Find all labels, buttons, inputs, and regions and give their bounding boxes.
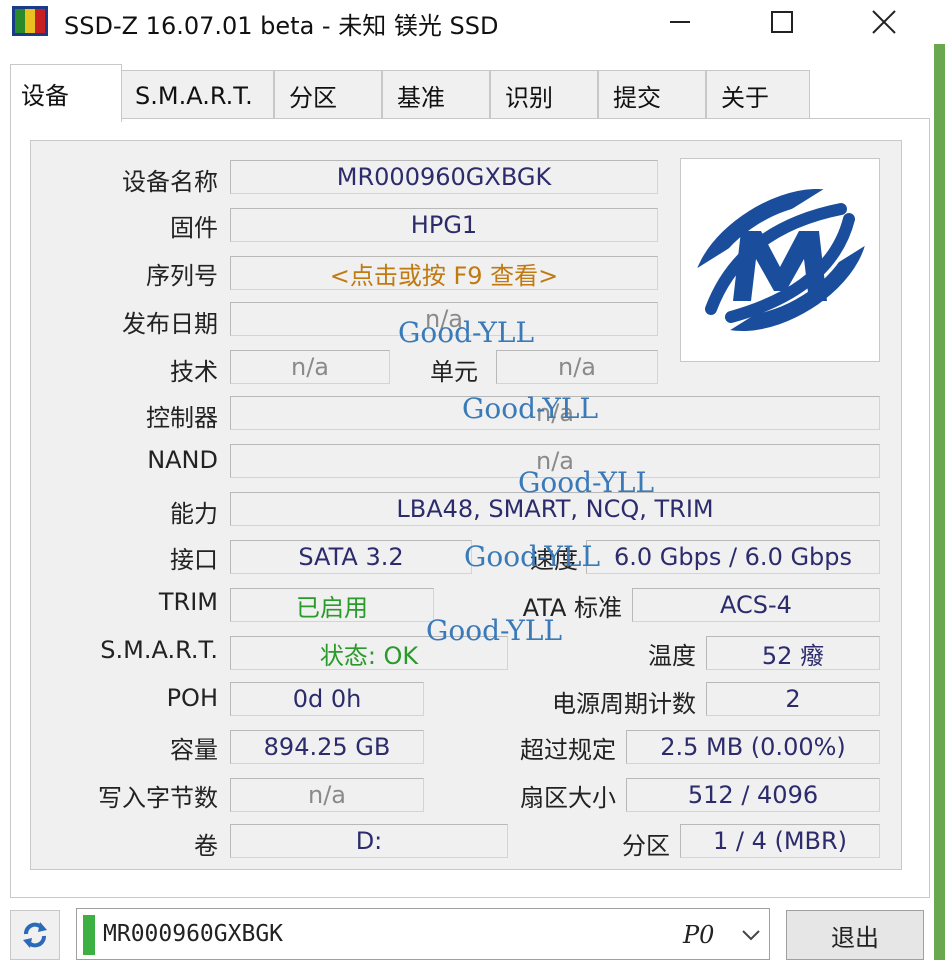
tab-submit[interactable]: 提交: [598, 70, 706, 120]
value-trim: 已启用: [230, 588, 434, 622]
label-over-provisioning: 超过规定: [520, 736, 616, 764]
label-smart: S.M.A.R.T.: [100, 636, 218, 664]
drive-select[interactable]: MR000960GXBGK P0: [76, 908, 770, 960]
window-edge: [934, 44, 945, 960]
vendor-logo-box: [676, 158, 884, 362]
drive-status-indicator: [83, 915, 95, 955]
label-firmware: 固件: [170, 214, 218, 242]
value-over-provisioning: 2.5 MB (0.00%): [626, 730, 880, 764]
maximize-icon: [771, 11, 793, 33]
value-temperature: 52 癈: [706, 636, 880, 670]
label-bytes-written: 写入字节数: [98, 784, 218, 812]
value-ata-standard: ACS-4: [632, 588, 880, 622]
app-icon: [12, 6, 48, 36]
value-release-date: n/a: [230, 302, 658, 336]
value-poh: 0d 0h: [230, 682, 424, 716]
tab-device[interactable]: 设备: [10, 64, 122, 122]
label-power-cycle: 电源周期计数: [552, 690, 696, 718]
drive-select-port: P0: [683, 921, 715, 949]
value-capability: LBA48, SMART, NCQ, TRIM: [230, 492, 880, 526]
tab-identify[interactable]: 识别: [490, 70, 598, 120]
label-interface: 接口: [170, 546, 218, 574]
value-partition: 1 / 4 (MBR): [680, 824, 880, 858]
exit-button[interactable]: 退出: [786, 910, 924, 960]
label-trim: TRIM: [158, 588, 218, 616]
tab-about[interactable]: 关于: [706, 70, 810, 120]
title-bar: SSD-Z 16.07.01 beta - 未知 镁光 SSD: [0, 0, 945, 44]
label-capability: 能力: [170, 500, 218, 528]
maximize-button[interactable]: [730, 0, 834, 44]
label-cell: 单元: [430, 358, 478, 386]
value-nand: n/a: [230, 444, 880, 478]
label-technology: 技术: [170, 358, 218, 386]
label-partition: 分区: [622, 832, 670, 860]
label-nand: NAND: [147, 446, 218, 474]
label-temperature: 温度: [648, 642, 696, 670]
tab-smart[interactable]: S.M.A.R.T.: [120, 70, 274, 120]
label-release-date: 发布日期: [122, 310, 218, 338]
value-firmware: HPG1: [230, 208, 658, 242]
label-speed: 速度: [530, 546, 578, 574]
value-speed: 6.0 Gbps / 6.0 Gbps: [586, 540, 880, 574]
value-interface: SATA 3.2: [230, 540, 472, 574]
value-controller: n/a: [230, 396, 880, 430]
window-title: SSD-Z 16.07.01 beta - 未知 镁光 SSD: [64, 12, 499, 40]
chevron-down-icon[interactable]: [737, 921, 765, 949]
value-technology: n/a: [230, 350, 390, 384]
tab-bar: 设备 S.M.A.R.T. 分区 基准 识别 提交 关于: [0, 64, 945, 122]
minimize-button[interactable]: [628, 0, 732, 44]
value-bytes-written: n/a: [230, 778, 424, 812]
value-sector-size: 512 / 4096: [626, 778, 880, 812]
label-capacity: 容量: [170, 736, 218, 764]
label-device-name: 设备名称: [122, 168, 218, 196]
label-volume: 卷: [194, 832, 218, 860]
tab-partition[interactable]: 分区: [274, 70, 382, 120]
micron-logo-icon: [676, 175, 884, 341]
tab-benchmark[interactable]: 基准: [382, 70, 490, 120]
refresh-button[interactable]: [10, 910, 60, 960]
label-sector-size: 扇区大小: [520, 784, 616, 812]
close-button[interactable]: [832, 0, 936, 44]
label-ata-standard: ATA 标准: [522, 594, 622, 622]
label-serial: 序列号: [146, 262, 218, 290]
value-cell: n/a: [496, 350, 658, 384]
value-smart-status: 状态: OK: [230, 636, 508, 670]
value-device-name: MR000960GXBGK: [230, 160, 658, 194]
value-volume: D:: [230, 824, 508, 858]
close-icon: [872, 10, 896, 34]
value-serial[interactable]: <点击或按 F9 查看>: [230, 256, 658, 290]
label-poh: POH: [166, 684, 218, 712]
value-power-cycle: 2: [706, 682, 880, 716]
label-controller: 控制器: [146, 404, 218, 432]
value-capacity: 894.25 GB: [230, 730, 424, 764]
minimize-icon: [670, 21, 690, 23]
refresh-icon: [23, 922, 47, 948]
drive-select-name: MR000960GXBGK: [103, 921, 284, 947]
